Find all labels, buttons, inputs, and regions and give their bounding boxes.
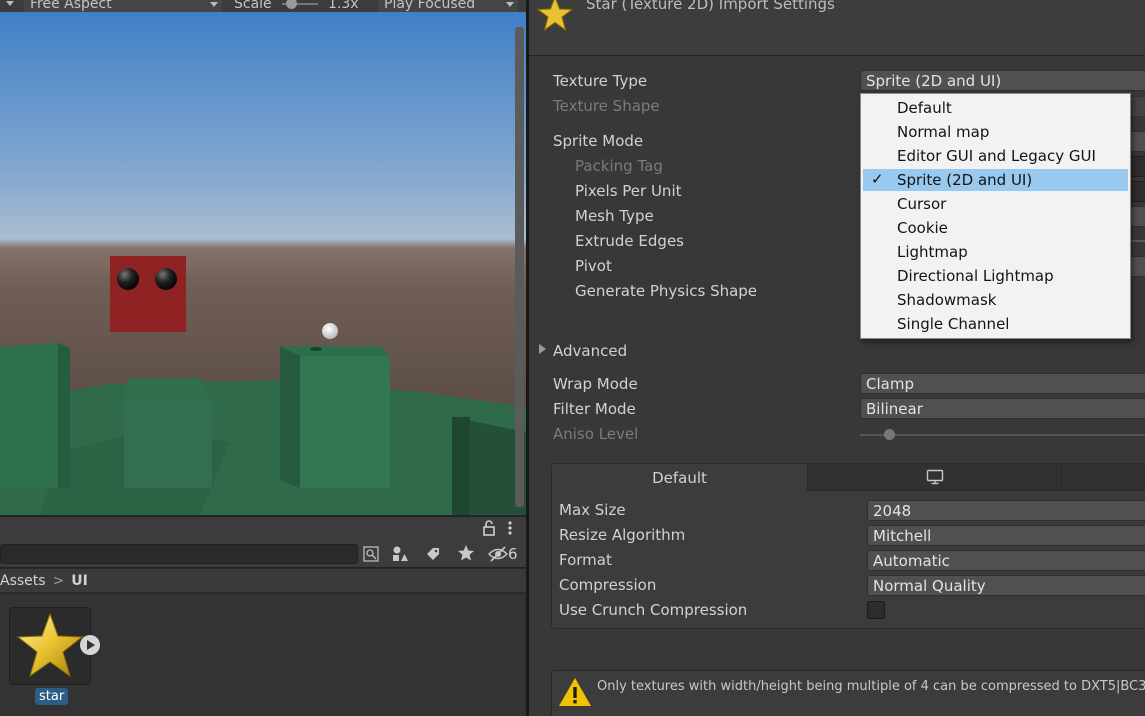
breadcrumb-separator: > — [52, 572, 65, 589]
pixels-per-unit-label: Pixels Per Unit — [575, 182, 682, 200]
game-toolbar: Free Aspect Scale 1.3x Play Focused — [0, 0, 528, 12]
left-panel: Free Aspect Scale 1.3x Play Focused 6 As… — [0, 0, 528, 716]
scene-render — [0, 256, 526, 515]
aspect-label: Free Aspect — [30, 0, 112, 12]
texture-type-label: Texture Type — [553, 72, 648, 90]
extrude-edges-label: Extrude Edges — [575, 232, 684, 250]
max-size-dropdown[interactable]: 2048 — [867, 500, 1145, 521]
aspect-dropdown[interactable]: Free Aspect — [24, 0, 222, 12]
asset-name-star[interactable]: star — [35, 688, 69, 705]
pivot-label: Pivot — [575, 257, 612, 275]
compression-dropdown[interactable]: Normal Quality — [867, 575, 1145, 596]
max-size-label: Max Size — [559, 501, 626, 519]
menu-item-label: Sprite (2D and UI) — [897, 171, 1033, 189]
checkmark-icon: ✓ — [871, 170, 884, 188]
project-search-bar: 6 — [0, 540, 528, 568]
project-tab-bar — [0, 516, 528, 540]
tab-standalone[interactable] — [808, 464, 1062, 491]
format-label: Format — [559, 551, 612, 569]
aniso-level-slider-handle — [884, 429, 895, 440]
filter-mode-label: Filter Mode — [553, 400, 636, 418]
scale-label: Scale — [234, 0, 272, 12]
crunch-compression-label: Use Crunch Compression — [559, 601, 748, 619]
menu-item-label: Lightmap — [897, 243, 968, 261]
menu-item[interactable]: Normal map — [863, 121, 1128, 143]
menu-item[interactable]: Default — [863, 97, 1128, 119]
scale-slider[interactable] — [282, 0, 318, 12]
game-view[interactable] — [0, 12, 526, 515]
resize-algorithm-dropdown[interactable]: Mitchell — [867, 525, 1145, 546]
generate-physics-shape-label: Generate Physics Shape — [575, 282, 758, 300]
resize-algorithm-label: Resize Algorithm — [559, 526, 686, 544]
tab-default[interactable]: Default — [552, 464, 808, 491]
filter-by-type-icon[interactable] — [391, 545, 409, 563]
warning-text: Only textures with width/height being mu… — [597, 679, 1145, 694]
menu-item-label: Shadowmask — [897, 291, 997, 309]
menu-item[interactable]: Cookie — [863, 217, 1128, 239]
chevron-down-icon — [6, 1, 14, 6]
platform-settings-box: Default Max Size 2048 Resize Algorithm M… — [551, 463, 1145, 629]
menu-item[interactable]: ✓ Sprite (2D and UI) — [863, 169, 1128, 191]
texture-type-menu: Default Normal map Editor GUI and Legacy G… — [860, 93, 1131, 339]
menu-item-label: Editor GUI and Legacy GUI — [897, 147, 1096, 165]
menu-item[interactable]: Cursor — [863, 193, 1128, 215]
packing-tag-label: Packing Tag — [575, 157, 663, 175]
hidden-count: 6 — [508, 545, 518, 563]
menu-item-label: Single Channel — [897, 315, 1010, 333]
inspector-title: Star (Texture 2D) Import Settings — [586, 0, 835, 13]
menu-item-label: Cursor — [897, 195, 947, 213]
asset-grid: star — [0, 594, 528, 716]
favorite-star-icon[interactable] — [457, 544, 475, 562]
menu-item[interactable]: Directional Lightmap — [863, 265, 1128, 287]
hidden-packages-toggle[interactable]: 6 — [488, 544, 524, 564]
play-preview-icon[interactable] — [80, 635, 100, 655]
monitor-icon — [926, 469, 943, 485]
warning-box: Only textures with width/height being mu… — [551, 670, 1145, 716]
aniso-level-slider — [860, 434, 1145, 436]
label-tag-icon[interactable] — [424, 545, 442, 563]
menu-item-label: Default — [897, 99, 952, 117]
advanced-foldout[interactable]: Advanced — [553, 340, 627, 362]
breadcrumb: Assets > UI — [0, 569, 528, 593]
vertical-scrollbar[interactable] — [515, 27, 524, 507]
chevron-down-icon — [210, 2, 218, 7]
texture-shape-label: Texture Shape — [553, 97, 660, 115]
star-thumbnail-icon — [16, 612, 84, 678]
menu-item-label: Cookie — [897, 219, 948, 237]
mesh-type-label: Mesh Type — [575, 207, 654, 225]
menu-item-label: Directional Lightmap — [897, 267, 1054, 285]
menu-item[interactable]: Single Channel — [863, 313, 1128, 335]
star-asset-icon — [537, 0, 573, 32]
format-dropdown[interactable]: Automatic — [867, 550, 1145, 571]
menu-item[interactable]: Editor GUI and Legacy GUI — [863, 145, 1128, 167]
tab-other-platform[interactable] — [1062, 464, 1145, 491]
search-by-type-icon[interactable] — [362, 545, 380, 563]
scale-value: 1.3x — [328, 0, 359, 12]
breadcrumb-assets[interactable]: Assets — [0, 573, 46, 589]
play-mode-dropdown[interactable]: Play Focused — [378, 0, 518, 12]
sprite-mode-label: Sprite Mode — [553, 132, 644, 150]
inspector-header: Star (Texture 2D) Import Settings — [529, 0, 1145, 56]
warning-icon — [559, 678, 591, 706]
chevron-down-icon — [506, 2, 514, 7]
aniso-level-label: Aniso Level — [553, 425, 639, 443]
menu-item[interactable]: Lightmap — [863, 241, 1128, 263]
menu-item-label: Normal map — [897, 123, 990, 141]
wrap-mode-label: Wrap Mode — [553, 375, 638, 393]
filter-mode-dropdown[interactable]: Bilinear — [860, 398, 1145, 419]
texture-type-dropdown[interactable]: Sprite (2D and UI) — [860, 70, 1145, 91]
lock-icon[interactable] — [482, 520, 496, 536]
menu-item[interactable]: Shadowmask — [863, 289, 1128, 311]
more-options-icon[interactable] — [505, 520, 515, 536]
eye-slash-icon — [488, 546, 508, 562]
toolbar-dropdown-arrow[interactable] — [6, 0, 14, 12]
wrap-mode-dropdown[interactable]: Clamp — [860, 373, 1145, 394]
play-mode-label: Play Focused — [384, 0, 476, 12]
crunch-compression-checkbox[interactable] — [867, 601, 885, 619]
asset-item-star[interactable] — [9, 607, 100, 685]
compression-label: Compression — [559, 576, 657, 594]
advanced-foldout-arrow-icon[interactable] — [539, 344, 546, 354]
search-input[interactable] — [0, 544, 358, 564]
breadcrumb-current[interactable]: UI — [71, 573, 88, 589]
